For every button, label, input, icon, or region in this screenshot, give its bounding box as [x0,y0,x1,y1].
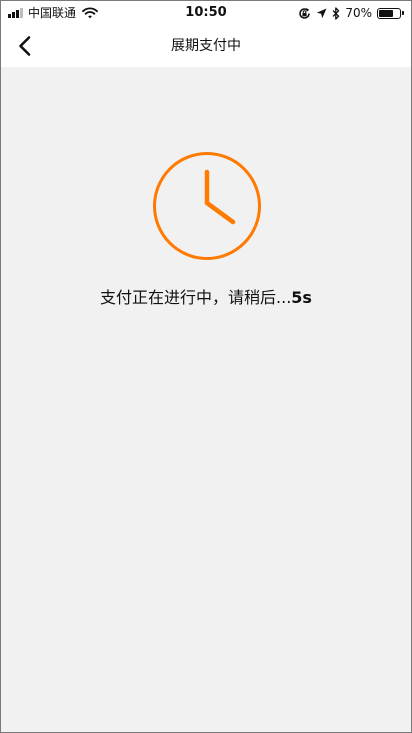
payment-status-message: 支付正在进行中，请稍后...5s [1,287,411,309]
orientation-lock-icon [298,7,311,20]
bluetooth-icon [332,6,340,20]
battery-level [379,9,393,17]
location-arrow-icon [316,8,327,19]
app-screen: 中国联通 10:50 70% 展期支付中 支付正在进行中，请稍后...5s [0,0,412,733]
main-content: 支付正在进行中，请稍后...5s [1,67,411,732]
status-bar-right: 70% [298,5,404,21]
countdown-timer: 5s [291,288,312,307]
clock-icon [152,151,262,261]
status-message-text: 支付正在进行中，请稍后... [100,288,292,307]
page-title: 展期支付中 [171,38,241,54]
nav-bar: 展期支付中 [1,25,411,67]
battery-icon [377,7,401,19]
status-bar: 中国联通 10:50 70% [1,1,411,25]
battery-percent: 70% [345,6,372,20]
battery-cap [402,11,404,15]
